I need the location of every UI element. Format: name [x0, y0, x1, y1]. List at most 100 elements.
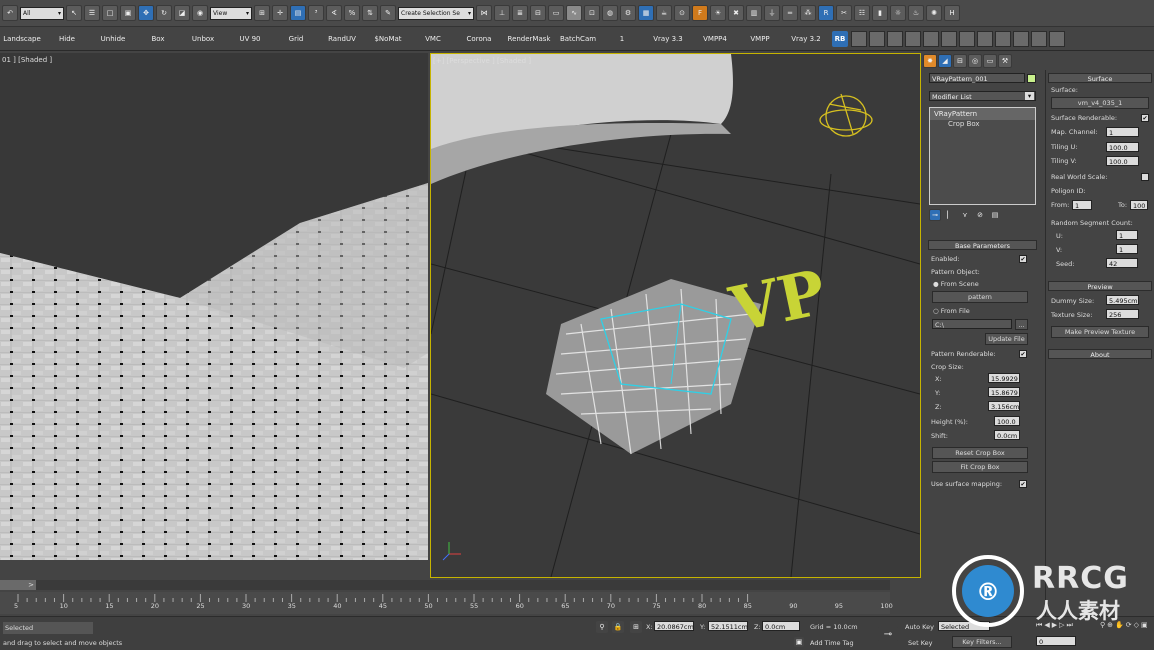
object-name-field[interactable]: VRayPattern_001 [929, 73, 1025, 83]
mirror-icon[interactable]: ⋈ [476, 5, 492, 21]
render-setup-icon[interactable]: ⚙ [620, 5, 636, 21]
macro-vray33[interactable]: Vray 3.3 [644, 35, 692, 43]
crop-x-spinner[interactable]: 15.9929 [988, 373, 1020, 383]
macro-grid[interactable]: Grid [274, 35, 318, 43]
reference-coord-dropdown[interactable]: View ▾ [210, 6, 252, 20]
key-icon[interactable]: ⊸ [878, 627, 898, 641]
macro-icon-3[interactable] [887, 30, 903, 47]
shift-spinner[interactable]: 0.0cm [994, 430, 1020, 440]
y-coord-field[interactable]: 52.1511cm [708, 621, 748, 631]
macro-icon-2[interactable] [869, 30, 885, 47]
left-viewport[interactable]: 01 ] [Shaded ] [0, 53, 428, 560]
modifier-list-dropdown[interactable]: Modifier List ▾ [929, 91, 1036, 101]
lamp-icon[interactable]: ♨ [908, 5, 924, 21]
rb-button[interactable]: RB [832, 30, 848, 47]
macro-corona[interactable]: Corona [456, 35, 502, 43]
seed-spinner[interactable]: 42 [1106, 258, 1138, 268]
undo-icon[interactable]: ↶ [2, 5, 18, 21]
material-editor-icon[interactable]: ◍ [602, 5, 618, 21]
render-production-icon[interactable]: ☕ [656, 5, 672, 21]
panel-icon[interactable]: ▥ [746, 5, 762, 21]
macro-rendermask[interactable]: RenderMask [502, 35, 556, 43]
display-icon[interactable]: ▮ [872, 5, 888, 21]
from-scene-radio[interactable]: ● From Scene [933, 280, 979, 288]
add-time-tag[interactable]: Add Time Tag [810, 639, 854, 647]
pin-stack-icon[interactable]: ⊸ [929, 209, 941, 221]
move-icon[interactable]: ✥ [138, 5, 154, 21]
macro-vray32[interactable]: Vray 3.2 [782, 35, 830, 43]
sun-icon[interactable]: ☼ [890, 5, 906, 21]
pattern-pick-button[interactable]: pattern [932, 291, 1028, 303]
macro-nomat[interactable]: $NoMat [366, 35, 410, 43]
modify-tab-icon[interactable]: ◢ [938, 54, 952, 68]
frame-buffer-icon[interactable]: F [692, 5, 708, 21]
stack-item-vraypattern[interactable]: VRayPattern [930, 108, 1035, 120]
crop-y-spinner[interactable]: 15.8679 [988, 387, 1020, 397]
isolate-icon[interactable]: ⚲ [596, 621, 608, 633]
absolute-mode-icon[interactable]: ⊞ [630, 621, 642, 633]
left-viewport-label[interactable]: 01 ] [Shaded ] [2, 56, 52, 64]
fit-crop-box-button[interactable]: Fit Crop Box [932, 461, 1028, 473]
tools-icon[interactable]: ✖ [728, 5, 744, 21]
macro-vmc[interactable]: VMC [410, 35, 456, 43]
to-spinner[interactable]: 100 [1130, 200, 1148, 210]
macro-icon-6[interactable] [941, 30, 957, 47]
auto-key-button[interactable]: Auto Key [905, 623, 934, 631]
x-coord-field[interactable]: 20.0867cm [654, 621, 694, 631]
macro-unhide[interactable]: Unhide [90, 35, 136, 43]
show-end-result-icon[interactable]: ▏ [944, 209, 956, 221]
select-manipulate-icon[interactable]: ✛ [272, 5, 288, 21]
surface-pick-button[interactable]: vm_v4_035_1 [1051, 97, 1149, 109]
pivot-icon[interactable]: ⊞ [254, 5, 270, 21]
preview-header[interactable]: Preview [1048, 281, 1152, 291]
macro-icon-12[interactable] [1049, 30, 1065, 47]
vray-plane-icon[interactable]: ═ [782, 5, 798, 21]
track-bar[interactable]: 5 10 15 20 25 30 35 40 45 50 55 60 65 70 75 80 85 90 95 100 [0, 592, 893, 614]
macro-randuv[interactable]: RandUV [318, 35, 366, 43]
create-tab-icon[interactable]: ✸ [923, 54, 937, 68]
curve-editor-icon[interactable]: ∿ [566, 5, 582, 21]
map-channel-spinner[interactable]: 1 [1106, 127, 1139, 137]
macro-landscape[interactable]: Landscape [0, 35, 44, 43]
z-coord-field[interactable]: 0.0cm [762, 621, 800, 631]
macro-1[interactable]: 1 [600, 35, 644, 43]
utilities-tab-icon[interactable]: ⚒ [998, 54, 1012, 68]
file-path-field[interactable]: C:\ [932, 319, 1012, 329]
align-icon[interactable]: ⊥ [494, 5, 510, 21]
crop-z-spinner[interactable]: 3.156cm [988, 401, 1020, 411]
remove-modifier-icon[interactable]: ⊘ [974, 209, 986, 221]
place-icon[interactable]: ◉ [192, 5, 208, 21]
macro-icon-1[interactable] [851, 30, 867, 47]
layer-manager-icon[interactable]: ≣ [512, 5, 528, 21]
vray-lights-icon[interactable]: ☀ [710, 5, 726, 21]
macro-icon-9[interactable] [995, 30, 1011, 47]
percent-snap-icon[interactable]: % [344, 5, 360, 21]
object-color-swatch[interactable] [1027, 74, 1036, 83]
display-tab-icon[interactable]: ▭ [983, 54, 997, 68]
random-u-spinner[interactable]: 1 [1116, 230, 1138, 240]
surface-renderable-checkbox[interactable]: ✔ [1141, 114, 1149, 122]
current-frame-field[interactable]: 0 [1036, 636, 1076, 646]
macro-vmpp[interactable]: VMPP [738, 35, 782, 43]
browse-button[interactable]: ... [1015, 319, 1028, 330]
keyboard-shortcut-icon[interactable]: ▤ [290, 5, 306, 21]
from-file-radio[interactable]: ○ From File [933, 307, 970, 315]
dummy-size-spinner[interactable]: 5.495cm [1106, 295, 1139, 305]
list-icon[interactable]: ☷ [854, 5, 870, 21]
hdri-icon[interactable]: H [944, 5, 960, 21]
scene-explorer-icon[interactable]: ⊟ [530, 5, 546, 21]
tiling-v-spinner[interactable]: 100.0 [1106, 156, 1139, 166]
named-selection-dropdown[interactable]: Create Selection Se ▾ [398, 6, 474, 20]
time-slider-track[interactable]: > [0, 580, 890, 590]
from-spinner[interactable]: 1 [1072, 200, 1092, 210]
perspective-viewport-label[interactable]: [+] [Perspective ] [Shaded ] [433, 57, 531, 65]
surface-header[interactable]: Surface [1048, 73, 1152, 83]
use-surface-mapping-checkbox[interactable]: ✔ [1019, 480, 1027, 488]
enabled-checkbox[interactable]: ✔ [1019, 255, 1027, 263]
macro-icon-4[interactable] [905, 30, 921, 47]
stack-item-cropbox[interactable]: Crop Box [930, 120, 1035, 128]
macro-icon-11[interactable] [1031, 30, 1047, 47]
tiling-u-spinner[interactable]: 100.0 [1106, 142, 1139, 152]
schematic-view-icon[interactable]: ⊡ [584, 5, 600, 21]
scale-icon[interactable]: ◪ [174, 5, 190, 21]
